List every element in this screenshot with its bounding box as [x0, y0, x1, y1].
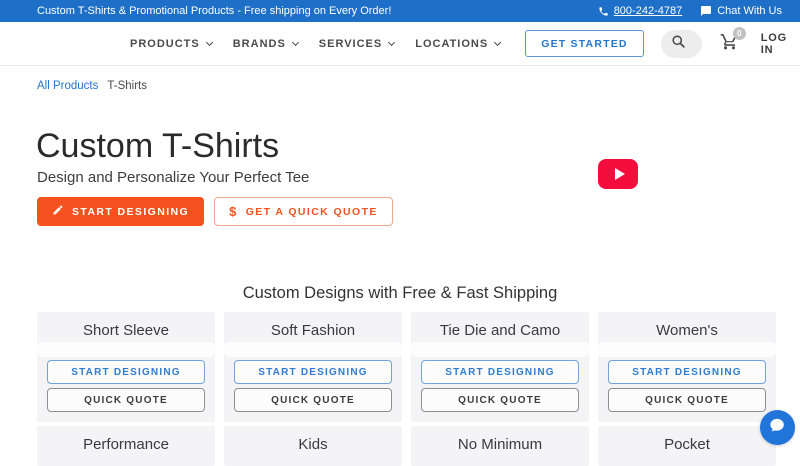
chat-with-us-link[interactable]: Chat With Us — [700, 5, 782, 17]
card-title: Short Sleeve — [83, 322, 169, 339]
category-card-performance: Performance — [37, 426, 215, 466]
hero-subtitle: Design and Personalize Your Perfect Tee — [37, 169, 310, 186]
category-cards-row-1: Short Sleeve START DESIGNING QUICK QUOTE… — [37, 312, 800, 422]
chat-bubble-icon — [768, 416, 787, 440]
card-image-placeholder — [598, 342, 776, 357]
card-image-placeholder — [37, 342, 215, 357]
get-started-button[interactable]: GET STARTED — [525, 30, 644, 57]
chevron-down-icon — [494, 38, 502, 46]
card-title: Tie Die and Camo — [439, 322, 561, 339]
category-cards-row-2: Performance Kids No Minimum Pocket — [37, 426, 800, 466]
brush-icon — [52, 204, 64, 219]
breadcrumb-all-products[interactable]: All Products — [37, 80, 98, 92]
hero-section: Custom T-Shirts Design and Personalize Y… — [0, 128, 800, 226]
page-title: Custom T-Shirts — [36, 127, 280, 165]
nav-label: LOCATIONS — [415, 37, 489, 50]
card-quick-quote-button[interactable]: QUICK QUOTE — [608, 388, 766, 412]
phone-number[interactable]: 800-242-4787 — [614, 5, 683, 17]
card-title: Performance — [83, 436, 169, 453]
category-card-short-sleeve: Short Sleeve START DESIGNING QUICK QUOTE — [37, 312, 215, 422]
card-quick-quote-button[interactable]: QUICK QUOTE — [47, 388, 205, 412]
phone-link[interactable]: 800-242-4787 — [598, 5, 683, 17]
card-title: No Minimum — [457, 436, 543, 453]
nav-item-brands[interactable]: BRANDS — [232, 37, 299, 50]
start-designing-label: START DESIGNING — [72, 205, 190, 218]
nav-item-services[interactable]: SERVICES — [318, 37, 396, 50]
category-card-womens: Women's START DESIGNING QUICK QUOTE — [598, 312, 776, 422]
breadcrumb: All Products T-Shirts — [37, 80, 800, 92]
chevron-down-icon — [205, 38, 213, 46]
promo-bar: Custom T-Shirts & Promotional Products -… — [0, 0, 800, 22]
search-icon — [671, 34, 686, 54]
card-title: Soft Fashion — [270, 322, 356, 339]
main-nav: PRODUCTS BRANDS SERVICES LOCATIONS GET S… — [0, 22, 800, 66]
card-start-designing-button[interactable]: START DESIGNING — [608, 360, 766, 384]
chat-widget-button[interactable] — [760, 410, 795, 445]
nav-label: SERVICES — [318, 37, 383, 50]
nav-label: BRANDS — [232, 37, 286, 50]
phone-icon — [598, 6, 609, 17]
nav-label: PRODUCTS — [130, 37, 200, 50]
category-card-kids: Kids — [224, 426, 402, 466]
cart-count-badge: 0 — [732, 26, 746, 40]
category-card-tie-die-camo: Tie Die and Camo START DESIGNING QUICK Q… — [411, 312, 589, 422]
start-designing-button[interactable]: START DESIGNING — [37, 197, 205, 226]
hero-actions: START DESIGNING $ GET A QUICK QUOTE — [37, 197, 800, 226]
login-button[interactable]: LOG IN — [761, 32, 787, 56]
search-bar[interactable] — [660, 29, 702, 58]
chat-icon — [700, 5, 712, 17]
nav-menu: PRODUCTS BRANDS SERVICES LOCATIONS — [130, 37, 502, 50]
chevron-down-icon — [388, 38, 396, 46]
get-quote-label: GET A QUICK QUOTE — [245, 205, 378, 218]
card-start-designing-button[interactable]: START DESIGNING — [47, 360, 205, 384]
play-icon — [614, 168, 625, 180]
category-card-no-minimum: No Minimum — [411, 426, 589, 466]
category-card-soft-fashion: Soft Fashion START DESIGNING QUICK QUOTE — [224, 312, 402, 422]
chevron-down-icon — [291, 38, 299, 46]
card-start-designing-button[interactable]: START DESIGNING — [421, 360, 579, 384]
card-image-placeholder — [224, 342, 402, 357]
card-quick-quote-button[interactable]: QUICK QUOTE — [234, 388, 392, 412]
nav-item-products[interactable]: PRODUCTS — [130, 37, 213, 50]
card-quick-quote-button[interactable]: QUICK QUOTE — [421, 388, 579, 412]
youtube-play-button[interactable] — [598, 159, 638, 189]
get-quick-quote-button[interactable]: $ GET A QUICK QUOTE — [214, 197, 393, 226]
dollar-icon: $ — [229, 204, 238, 219]
chat-label[interactable]: Chat With Us — [717, 5, 782, 17]
cart-icon — [720, 33, 739, 55]
promo-text: Custom T-Shirts & Promotional Products -… — [37, 5, 392, 17]
breadcrumb-current: T-Shirts — [107, 80, 147, 92]
nav-item-locations[interactable]: LOCATIONS — [415, 37, 502, 50]
section-heading: Custom Designs with Free & Fast Shipping — [242, 284, 558, 302]
cart-button[interactable]: 0 — [720, 26, 746, 56]
card-image-placeholder — [411, 342, 589, 357]
card-start-designing-button[interactable]: START DESIGNING — [234, 360, 392, 384]
card-title: Women's — [656, 322, 718, 339]
category-card-pocket: Pocket — [598, 426, 776, 466]
card-title: Pocket — [664, 436, 710, 453]
card-title: Kids — [298, 436, 328, 453]
